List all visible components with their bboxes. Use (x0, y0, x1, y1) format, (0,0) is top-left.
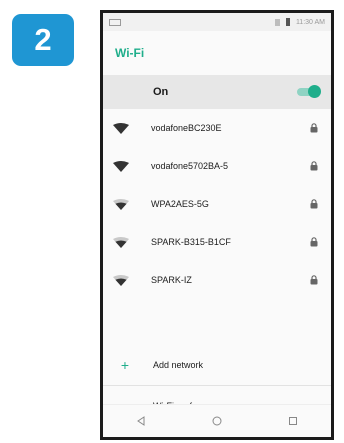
phone-screen: 11:30 AM Wi-Fi On vodafoneBC230E vodafone… (100, 10, 334, 440)
wifi-toggle-label: On (153, 86, 169, 98)
navigation-bar (103, 404, 331, 437)
wifi-icon (113, 122, 131, 134)
plus-icon: + (120, 357, 130, 373)
add-network-button[interactable]: + Add network (103, 345, 331, 385)
page-title: Wi-Fi (103, 31, 331, 75)
wifi-icon (113, 160, 131, 172)
wifi-toggle-switch[interactable] (297, 85, 321, 98)
network-item[interactable]: vodafone5702BA-5 (103, 147, 331, 185)
signal-icon (274, 18, 280, 26)
status-time: 11:30 AM (295, 18, 325, 26)
wifi-icon (113, 198, 131, 210)
notification-icon (109, 18, 121, 26)
network-ssid: vodafoneBC230E (151, 123, 222, 133)
home-icon[interactable] (202, 410, 232, 432)
lock-icon (310, 237, 319, 247)
recents-icon[interactable] (278, 410, 308, 432)
network-list: vodafoneBC230E vodafone5702BA-5 WPA2AES-5G… (103, 109, 331, 299)
lock-icon (310, 275, 319, 285)
network-item[interactable]: SPARK-IZ (103, 261, 331, 299)
wifi-icon (113, 274, 131, 286)
network-ssid: SPARK-IZ (151, 275, 192, 285)
lock-icon (310, 199, 319, 209)
lock-icon (310, 123, 319, 133)
add-network-label: Add network (153, 360, 204, 370)
network-ssid: SPARK-B315-B1CF (151, 237, 231, 247)
battery-icon (285, 18, 290, 26)
wifi-icon (113, 236, 131, 248)
network-item[interactable]: SPARK-B315-B1CF (103, 223, 331, 261)
network-ssid: WPA2AES-5G (151, 199, 209, 209)
network-ssid: vodafone5702BA-5 (151, 161, 229, 171)
back-icon[interactable] (126, 410, 156, 432)
status-bar: 11:30 AM (103, 13, 331, 31)
lock-icon (310, 161, 319, 171)
network-item[interactable]: WPA2AES-5G (103, 185, 331, 223)
network-item[interactable]: vodafoneBC230E (103, 109, 331, 147)
wifi-toggle-row[interactable]: On (103, 75, 331, 109)
step-number-badge: 2 (12, 14, 74, 66)
status-bar-right: 11:30 AM (274, 18, 325, 26)
toggle-thumb (308, 85, 321, 98)
